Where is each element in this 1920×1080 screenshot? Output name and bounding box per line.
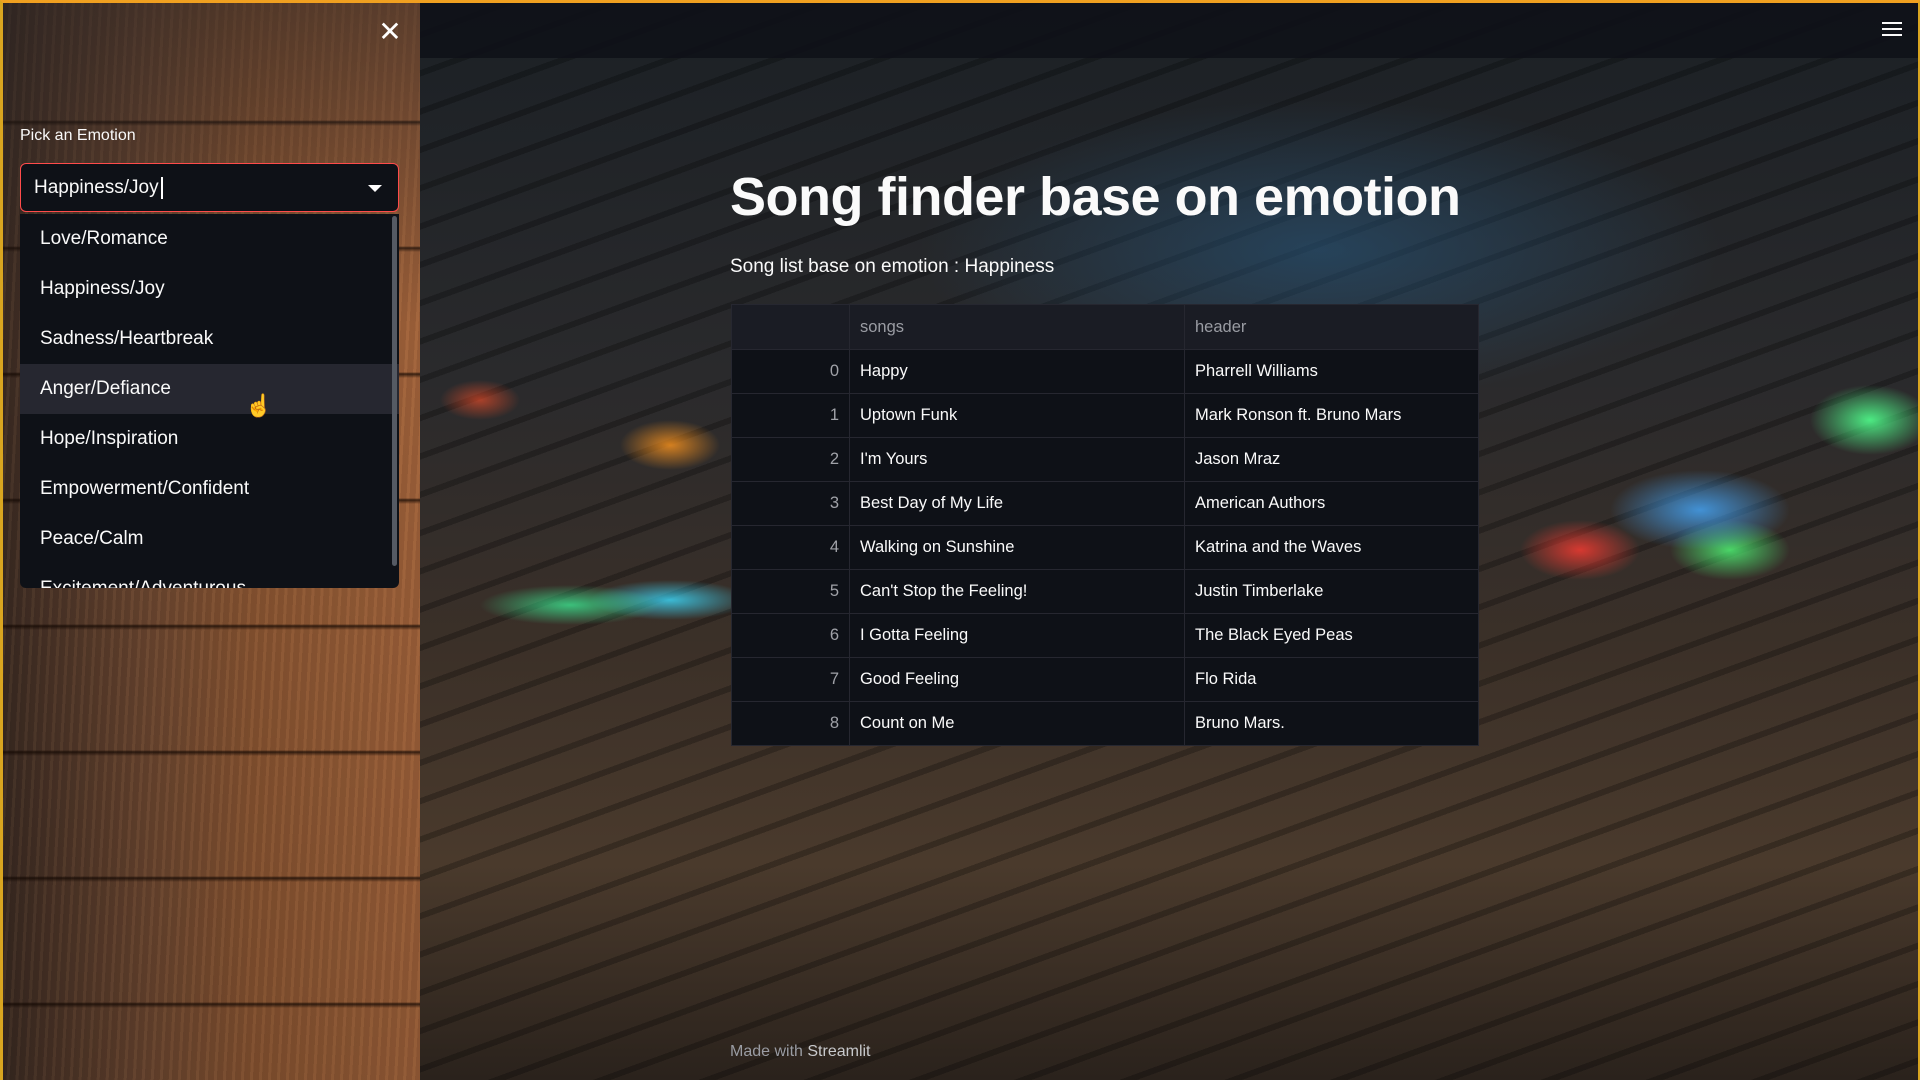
artist-cell[interactable]: Justin Timberlake	[1184, 569, 1479, 614]
emotion-select[interactable]: Happiness/Joy	[20, 163, 399, 212]
table-row: 3 Best Day of My Life American Authors	[731, 481, 1479, 526]
dropdown-option[interactable]: Peace/Calm	[20, 514, 399, 564]
row-index[interactable]: 7	[731, 657, 850, 702]
dropdown-option[interactable]: Sadness/Heartbreak	[20, 314, 399, 364]
artist-cell[interactable]: Mark Ronson ft. Bruno Mars	[1184, 393, 1479, 438]
emotion-select-label: Pick an Emotion	[20, 127, 136, 144]
sidebar: ✕ Pick an Emotion Happiness/Joy Love/Rom…	[0, 0, 420, 1080]
table-row: 8 Count on Me Bruno Mars.	[731, 701, 1479, 746]
artist-cell[interactable]: Bruno Mars.	[1184, 701, 1479, 746]
artist-cell[interactable]: Jason Mraz	[1184, 437, 1479, 482]
main-area: Song finder base on emotion Song list ba…	[420, 0, 1920, 1080]
streamlit-link[interactable]: Streamlit	[807, 1043, 870, 1060]
song-cell[interactable]: Count on Me	[849, 701, 1185, 746]
artist-cell[interactable]: American Authors	[1184, 481, 1479, 526]
row-index[interactable]: 1	[731, 393, 850, 438]
text-caret	[160, 176, 163, 199]
close-icon: ✕	[378, 16, 402, 47]
song-cell[interactable]: I Gotta Feeling	[849, 613, 1185, 658]
dropdown-option[interactable]: Love/Romance	[20, 214, 399, 264]
table-row: 0 Happy Pharrell Williams	[731, 349, 1479, 394]
row-index[interactable]: 0	[731, 349, 850, 394]
artist-cell[interactable]: Pharrell Williams	[1184, 349, 1479, 394]
dropdown-option[interactable]: Hope/Inspiration	[20, 414, 399, 464]
row-index[interactable]: 8	[731, 701, 850, 746]
emotion-select-value: Happiness/Joy	[34, 176, 159, 198]
artist-cell[interactable]: Flo Rida	[1184, 657, 1479, 702]
table-row: 1 Uptown Funk Mark Ronson ft. Bruno Mars	[731, 393, 1479, 438]
row-index[interactable]: 2	[731, 437, 850, 482]
dropdown-option[interactable]: Anger/Defiance	[20, 364, 399, 414]
song-cell[interactable]: Walking on Sunshine	[849, 525, 1185, 570]
song-cell[interactable]: Can't Stop the Feeling!	[849, 569, 1185, 614]
song-cell[interactable]: Good Feeling	[849, 657, 1185, 702]
table-row: 5 Can't Stop the Feeling! Justin Timberlak…	[731, 569, 1479, 614]
song-cell[interactable]: I'm Yours	[849, 437, 1185, 482]
dropdown-option[interactable]: Happiness/Joy	[20, 264, 399, 314]
songs-column-header[interactable]: songs	[849, 304, 1185, 350]
row-index[interactable]: 5	[731, 569, 850, 614]
dropdown-scrollbar[interactable]	[392, 216, 397, 566]
chevron-down-icon[interactable]	[368, 185, 382, 192]
artist-cell[interactable]: Katrina and the Waves	[1184, 525, 1479, 570]
artist-cell[interactable]: The Black Eyed Peas	[1184, 613, 1479, 658]
table-row: 2 I'm Yours Jason Mraz	[731, 437, 1479, 482]
index-column-header[interactable]	[731, 304, 850, 350]
close-sidebar-button[interactable]: ✕	[376, 18, 404, 46]
table-row: 4 Walking on Sunshine Katrina and the Wave…	[731, 525, 1479, 570]
song-cell[interactable]: Happy	[849, 349, 1185, 394]
hand-pointer-cursor-icon: ☝	[245, 393, 273, 418]
song-cell[interactable]: Uptown Funk	[849, 393, 1185, 438]
row-index[interactable]: 6	[731, 613, 850, 658]
song-cell[interactable]: Best Day of My Life	[849, 481, 1185, 526]
page-subtitle: Song list base on emotion : Happiness	[730, 256, 1055, 277]
table-row: 6I Gotta Feeling The Black Eyed Peas	[731, 613, 1479, 658]
table-row: 7 Good Feeling Flo Rida	[731, 657, 1479, 702]
row-index[interactable]: 3	[731, 481, 850, 526]
dropdown-option[interactable]: Empowerment/Confident	[20, 464, 399, 514]
songs-table: songs header 0 Happy Pharrell Williams 1 Upt…	[731, 304, 1479, 746]
footer: Made with Streamlit	[730, 1043, 871, 1061]
top-header	[420, 0, 1920, 58]
dropdown-option[interactable]: Excitement/Adventurous	[20, 564, 399, 588]
footer-prefix: Made with	[730, 1043, 808, 1060]
page-title: Song finder base on emotion	[730, 167, 1461, 227]
emotion-dropdown-list: Love/Romance Happiness/Joy Sadness/Heartbr…	[20, 214, 399, 588]
hamburger-menu-icon[interactable]	[1882, 22, 1902, 38]
table-header-row: songs header	[731, 304, 1479, 350]
row-index[interactable]: 4	[731, 525, 850, 570]
header-column-header[interactable]: header	[1184, 304, 1479, 350]
